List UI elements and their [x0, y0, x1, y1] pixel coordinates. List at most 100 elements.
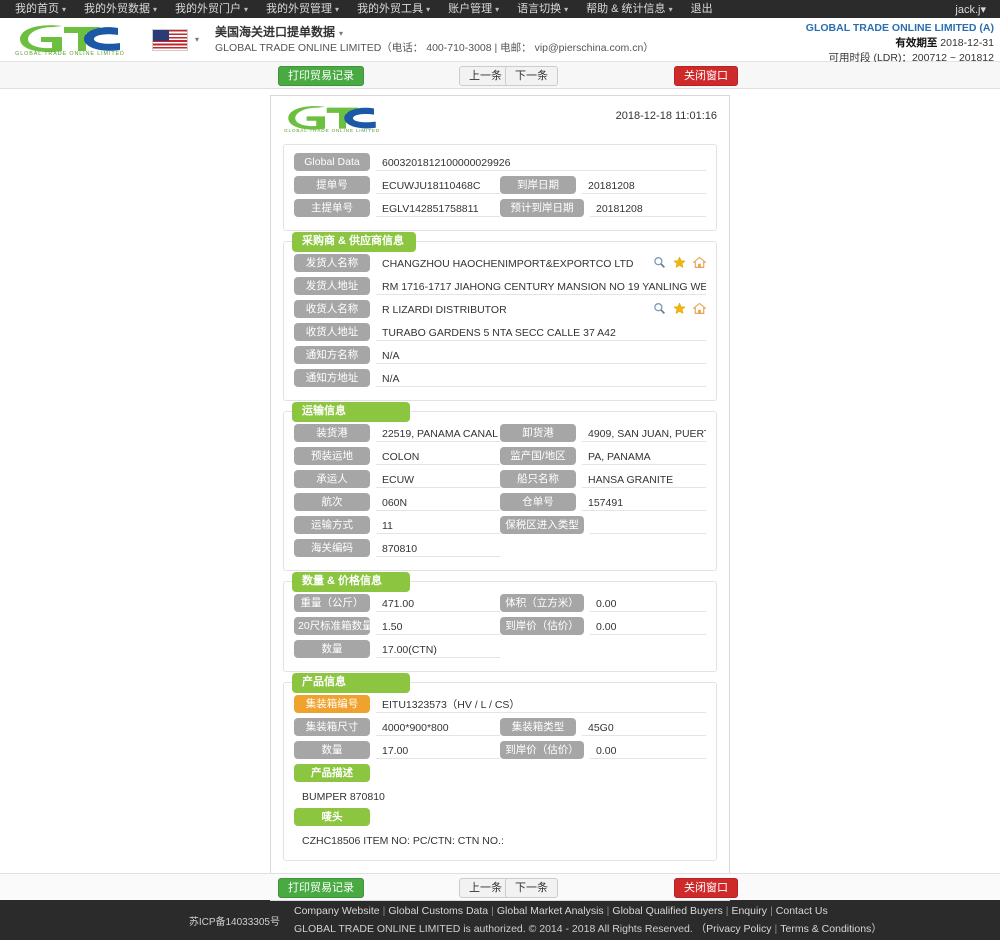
page-body: GLOBAL TRADE ONLINE LIMITED 2018-12-18 1… — [0, 89, 1000, 901]
hs-code-label: 海关编码 — [294, 539, 370, 557]
quantity-label: 数量 — [294, 640, 370, 658]
nav-item-help-stats[interactable]: 帮助 & 统计信息 ▾ — [577, 0, 681, 19]
svg-text:GLOBAL TRADE ONLINE LIMITED: GLOBAL TRADE ONLINE LIMITED — [284, 128, 380, 134]
footer-link-terms-conditions[interactable]: Terms & Conditions — [780, 923, 871, 935]
hs-code-field: 海关编码 870810 — [294, 539, 500, 557]
dataset-title[interactable]: 美国海关进口提单数据 ▾ — [215, 24, 654, 40]
port-of-discharge-label: 卸货港 — [500, 424, 576, 442]
account-info-block: GLOBAL TRADE ONLINE LIMITED (A) 有效期至 201… — [806, 21, 994, 67]
footer-link-global-market-analysis[interactable]: Global Market Analysis — [497, 905, 604, 917]
transport-mode-value: 11 — [376, 517, 500, 534]
basic-info-card: Global Data 6003201812100000029926 提单号 E… — [283, 144, 717, 231]
port-of-loading-value: 22519, PANAMA CANAL �C ( — [376, 425, 500, 442]
transport-mode-label: 运输方式 — [294, 516, 370, 534]
container-size-label: 集装箱尺寸 — [294, 718, 370, 736]
print-trade-record-button-bottom[interactable]: 打印贸易记录 — [278, 878, 364, 898]
field-row: 运输方式 11 保税区进入类型 — [294, 516, 706, 534]
dataset-title-text: 美国海关进口提单数据 — [215, 25, 336, 40]
manifest-number-label: 仓单号 — [500, 493, 576, 511]
user-name-label: jack.j — [955, 3, 981, 16]
footer-link-privacy-policy[interactable]: Privacy Policy — [706, 923, 771, 935]
field-row: Global Data 6003201812100000029926 — [294, 153, 706, 171]
notify-party-address-label: 通知方地址 — [294, 369, 370, 387]
container-number-field: 集装箱编号 EITU1323573（HV / L / CS） — [294, 695, 706, 713]
home-icon[interactable] — [692, 256, 707, 269]
product-info-card: 产品信息 集装箱编号 EITU1323573（HV / L / CS） 集装箱尺… — [283, 673, 717, 861]
close-window-button[interactable]: 关闭窗口 — [674, 66, 738, 86]
account-name: GLOBAL TRADE ONLINE LIMITED (A) — [805, 22, 994, 34]
nav-item-account-management[interactable]: 账户管理 ▾ — [439, 0, 508, 19]
star-icon[interactable] — [673, 255, 686, 269]
nav-item-label: 账户管理 — [448, 2, 493, 15]
shipper-name-label: 发货人名称 — [294, 254, 370, 272]
home-icon[interactable] — [692, 302, 707, 315]
gto-logo-icon: GLOBAL TRADE ONLINE LIMITED — [284, 106, 380, 134]
arrival-date-label: 到岸日期 — [500, 176, 576, 194]
footer-link-company-website[interactable]: Company Website — [294, 905, 380, 917]
search-icon[interactable] — [653, 302, 666, 315]
footer-link-global-qualified-buyers[interactable]: Global Qualified Buyers — [612, 905, 722, 917]
port-of-discharge-value: 4909, SAN JUAN, PUERTO RI — [582, 425, 706, 442]
shipper-address-value: RM 1716-1717 JIAHONG CENTURY MANSION NO … — [376, 278, 706, 295]
field-row: 产品描述 — [294, 764, 706, 782]
footer-columns: Company Website | Global Customs Data | Glob… — [294, 902, 882, 939]
top-navigation-bar: 我的首页 ▾ 我的外贸数据 ▾ 我的外贸门户 ▾ 我的外贸管理 ▾ 我的外贸工具 ▾ 账户… — [0, 0, 1000, 18]
carrier-field: 承运人 ECUW — [294, 470, 500, 488]
star-icon[interactable] — [673, 301, 686, 315]
container-number-value: EITU1323573（HV / L / CS） — [376, 696, 706, 713]
validity-value: 2018-12-31 — [940, 37, 994, 50]
footer-link-global-customs-data[interactable]: Global Customs Data — [388, 905, 488, 917]
nav-item-trade-management[interactable]: 我的外贸管理 ▾ — [257, 0, 348, 19]
origin-country-label: 监产国/地区 — [500, 447, 576, 465]
next-record-button-bottom[interactable]: 下一条 — [505, 878, 558, 898]
footer-link-enquiry[interactable]: Enquiry — [731, 905, 767, 917]
print-trade-record-button[interactable]: 打印贸易记录 — [278, 66, 364, 86]
footer-separator: | — [774, 923, 778, 935]
field-row: 收货人地址 TURABO GARDENS 5 NTA SECC CALLE 37… — [294, 323, 706, 341]
nav-item-trade-portal[interactable]: 我的外贸门户 ▾ — [166, 0, 257, 19]
shipper-action-icons — [653, 255, 707, 271]
company-contact-line: GLOBAL TRADE ONLINE LIMITED（电话： 400-710-… — [215, 41, 654, 54]
nav-item-trade-tools[interactable]: 我的外贸工具 ▾ — [348, 0, 439, 19]
nav-item-language-switch[interactable]: 语言切换 ▾ — [508, 0, 577, 19]
country-selector[interactable]: ▾ — [152, 28, 199, 51]
footer-link-contact-us[interactable]: Contact Us — [776, 905, 828, 917]
vessel-name-field: 船只名称 HANSA GRANITE — [500, 470, 706, 488]
nav-item-trade-data[interactable]: 我的外贸数据 ▾ — [75, 0, 166, 19]
next-record-button[interactable]: 下一条 — [505, 66, 558, 86]
notify-party-name-field: 通知方名称 N/A — [294, 346, 706, 364]
manifest-number-field: 仓单号 157491 — [500, 493, 706, 511]
pre-carriage-place-value: COLON — [376, 448, 500, 465]
chevron-down-icon: ▾ — [980, 3, 986, 16]
shipping-info-card: 运输信息 装货港 22519, PANAMA CANAL �C ( 卸货港 49… — [283, 402, 717, 571]
nav-item-label: 我的外贸门户 — [175, 2, 242, 15]
validity-label: 有效期至 — [895, 37, 938, 50]
footer-separator: | — [491, 904, 494, 917]
field-row: 数量 17.00(CTN) — [294, 640, 706, 658]
container-size-field: 集装箱尺寸 4000*900*800 — [294, 718, 500, 736]
page-header: GLOBAL TRADE ONLINE LIMITED ▾ 美国海关进口提单数据… — [0, 18, 1000, 64]
policy-close-paren: ） — [871, 923, 882, 935]
container-size-value: 4000*900*800 — [376, 719, 500, 736]
field-row: 集装箱尺寸 4000*900*800 集装箱类型 45G0 — [294, 718, 706, 736]
user-menu[interactable]: jack.j▾ — [955, 3, 994, 16]
site-logo[interactable]: GLOBAL TRADE ONLINE LIMITED — [0, 24, 140, 56]
consignee-name-value: R LIZARDI DISTRIBUTOR — [382, 303, 507, 316]
chevron-down-icon: ▾ — [335, 4, 340, 14]
toolbar-top: 打印贸易记录 上一条 下一条 关闭窗口 — [0, 62, 1000, 89]
nav-item-logout[interactable]: 退出 — [682, 0, 722, 18]
global-data-label: Global Data — [294, 153, 370, 171]
notify-party-name-label: 通知方名称 — [294, 346, 370, 364]
consignee-address-field: 收货人地址 TURABO GARDENS 5 NTA SECC CALLE 37… — [294, 323, 706, 341]
policy-open-paren: （ — [695, 923, 707, 935]
search-icon[interactable] — [653, 256, 666, 269]
chevron-down-icon: ▾ — [339, 29, 344, 39]
volume-label: 体积（立方米） — [500, 594, 584, 612]
product-quantity-value: 17.00 — [376, 742, 500, 759]
close-window-button-bottom[interactable]: 关闭窗口 — [674, 878, 738, 898]
nav-item-home[interactable]: 我的首页 ▾ — [6, 0, 75, 19]
bill-number-field: 提单号 ECUWJU18110468C — [294, 176, 500, 194]
product-description-label: 产品描述 — [294, 764, 370, 782]
notify-party-address-value: N/A — [376, 370, 706, 387]
product-cif-label: 到岸价（估价） — [500, 741, 584, 759]
